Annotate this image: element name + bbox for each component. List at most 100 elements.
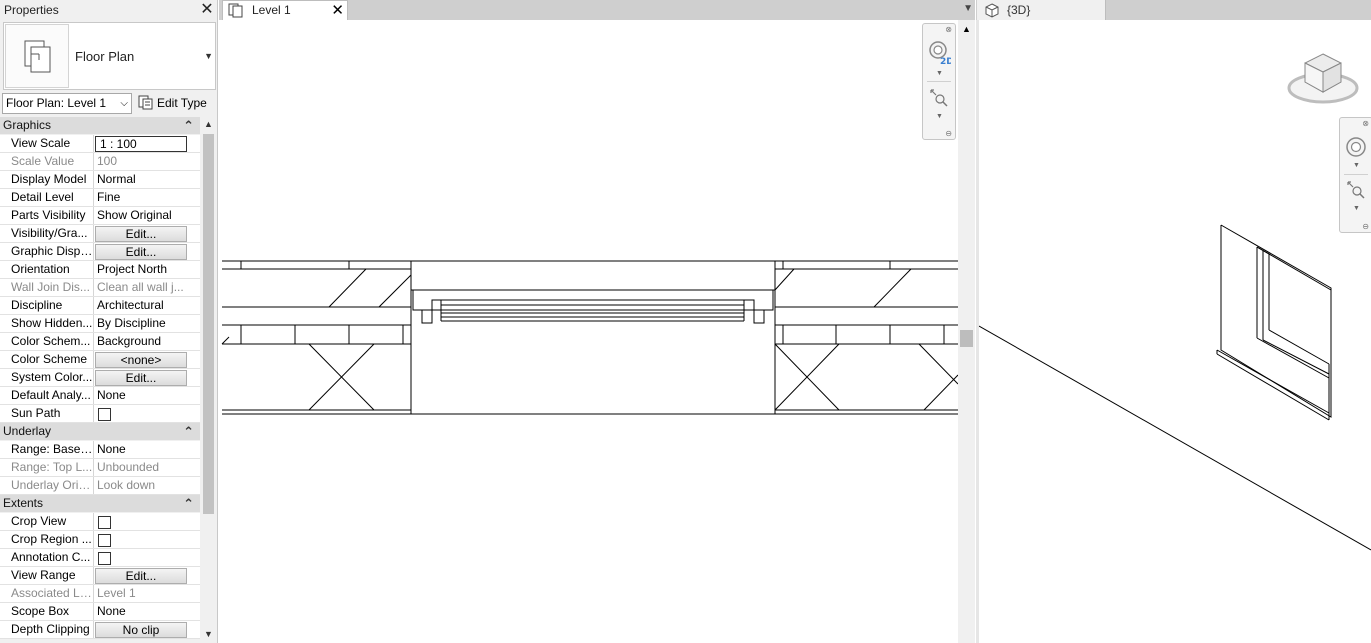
property-row: Show Hidden... By Discipline — [0, 315, 200, 333]
property-value[interactable]: Project North — [94, 261, 200, 278]
property-value: Level 1 — [97, 586, 136, 600]
chevron-down-icon[interactable]: ▼ — [936, 70, 943, 77]
property-value[interactable]: Normal — [94, 171, 200, 188]
edit-type-button[interactable]: Edit Type — [138, 94, 207, 114]
dropdown-arrow-icon[interactable]: ▼ — [204, 51, 213, 61]
double-chevron-up-icon[interactable]: ⌃ — [183, 495, 194, 512]
property-value[interactable]: None — [94, 441, 200, 458]
property-checkbox[interactable] — [98, 534, 111, 547]
property-checkbox[interactable] — [98, 408, 111, 421]
property-label: Color Schem... — [0, 333, 94, 350]
property-label: View Range — [0, 567, 94, 584]
property-value[interactable]: Architectural — [94, 297, 200, 314]
properties-title-bar: Properties ✕ — [0, 0, 217, 20]
property-row: Associated Le... Level 1 — [0, 585, 200, 603]
property-checkbox[interactable] — [98, 516, 111, 529]
section-header-label: Extents — [3, 496, 44, 510]
property-label: Parts Visibility — [0, 207, 94, 224]
property-row: Range: Top L... Unbounded — [0, 459, 200, 477]
property-input-value: 1 : 100 — [95, 136, 187, 152]
property-row: Scale Value 100 — [0, 153, 200, 171]
chevron-down-icon[interactable]: ▼ — [936, 113, 943, 120]
properties-scrollbar[interactable]: ▲ ▼ — [200, 117, 217, 643]
property-label: Wall Join Dis... — [0, 279, 94, 296]
plan-view-tab-bar: Level 1 ✕ ▼ — [219, 0, 975, 20]
section-header-graphics[interactable]: Graphics ⌃ — [0, 117, 200, 135]
tab-level-1-label: Level 1 — [252, 3, 291, 17]
property-row: Depth Clipping No clip — [0, 621, 200, 639]
scroll-thumb[interactable] — [960, 330, 973, 347]
property-edit-button[interactable]: Edit... — [95, 370, 187, 386]
property-checkbox[interactable] — [98, 552, 111, 565]
properties-title: Properties — [4, 3, 59, 17]
property-label: Scale Value — [0, 153, 94, 170]
navbar-options-icon[interactable]: ⊖ — [945, 129, 952, 138]
property-value[interactable]: Fine — [94, 189, 200, 206]
plan-drawing — [221, 260, 958, 415]
property-edit-button[interactable]: No clip — [95, 622, 187, 638]
property-label: Display Model — [0, 171, 94, 188]
plan-view-scrollbar[interactable]: ▲ — [958, 20, 975, 643]
property-row: Crop Region ... — [0, 531, 200, 549]
3d-view-canvas[interactable]: ⊗ ▼ ▼ ⊖ — [976, 20, 1371, 643]
scroll-thumb[interactable] — [203, 134, 214, 514]
property-value[interactable]: Background — [94, 333, 200, 350]
tab-level-1[interactable]: Level 1 ✕ — [222, 0, 348, 20]
instance-selector[interactable]: Floor Plan: Level 1 ⌵ — [2, 93, 132, 114]
property-value: Unbounded — [97, 460, 160, 474]
property-value-cell: Edit... — [94, 567, 200, 584]
double-chevron-up-icon[interactable]: ⌃ — [183, 423, 194, 440]
section-header-underlay[interactable]: Underlay ⌃ — [0, 423, 200, 441]
property-label: Crop View — [0, 513, 94, 530]
property-row: Crop View — [0, 513, 200, 531]
double-chevron-up-icon[interactable]: ⌃ — [183, 117, 194, 134]
property-value[interactable]: Show Original — [94, 207, 200, 224]
navbar-options-icon[interactable]: ⊖ — [1362, 222, 1369, 231]
properties-palette: Properties ✕ Floor Plan ▼ Floor Plan: Le… — [0, 0, 218, 643]
property-edit-button[interactable]: Edit... — [95, 568, 187, 584]
scroll-up-icon[interactable]: ▲ — [200, 119, 217, 133]
chevron-down-icon[interactable]: ▼ — [1353, 162, 1360, 169]
property-label: Range: Top L... — [0, 459, 94, 476]
property-edit-button[interactable]: Edit... — [95, 244, 187, 260]
property-value-cell: Edit... — [94, 225, 200, 242]
property-label: Scope Box — [0, 603, 94, 620]
close-icon[interactable]: ⊗ — [1362, 119, 1369, 128]
steering-wheel-icon[interactable]: 2D — [927, 39, 951, 65]
instance-selector-value: Floor Plan: Level 1 — [6, 96, 107, 110]
property-label: Orientation — [0, 261, 94, 278]
zoom-region-icon[interactable] — [1344, 178, 1368, 202]
steering-wheel-icon[interactable] — [1344, 135, 1368, 159]
property-value[interactable]: None — [94, 387, 200, 404]
property-label: Underlay Orie... — [0, 477, 94, 494]
property-row: Wall Join Dis... Clean all wall j... — [0, 279, 200, 297]
plan-view-canvas[interactable]: ⊗ 2D ▼ ▼ ⊖ — [219, 20, 958, 643]
chevron-down-icon[interactable]: ▼ — [1353, 205, 1360, 212]
property-row: Discipline Architectural — [0, 297, 200, 315]
view-cube-icon[interactable] — [1285, 48, 1361, 110]
floor-plan-type-icon — [5, 24, 69, 88]
type-selector[interactable]: Floor Plan ▼ — [3, 22, 216, 90]
property-value-cell: No clip — [94, 621, 200, 638]
property-input[interactable]: 1 : 100 — [94, 135, 200, 152]
close-icon[interactable]: ✕ — [331, 1, 344, 21]
property-label: Default Analy... — [0, 387, 94, 404]
property-edit-button[interactable]: Edit... — [95, 226, 187, 242]
scroll-down-icon[interactable]: ▼ — [200, 629, 217, 643]
section-header-label: Graphics — [3, 118, 52, 132]
tab-list-menu-icon[interactable]: ▼ — [963, 3, 973, 14]
property-value-cell: Edit... — [94, 243, 200, 260]
property-edit-button[interactable]: <none> — [95, 352, 187, 368]
property-row: Display Model Normal — [0, 171, 200, 189]
zoom-region-icon[interactable] — [927, 86, 951, 110]
property-label: Color Scheme — [0, 351, 94, 368]
tab-3d[interactable]: {3D} — [977, 0, 1106, 20]
property-row: Color Schem... Background — [0, 333, 200, 351]
close-icon[interactable]: ⊗ — [945, 25, 952, 34]
section-header-extents[interactable]: Extents ⌃ — [0, 495, 200, 513]
scroll-up-icon[interactable]: ▲ — [958, 24, 975, 34]
property-value-cell — [94, 513, 200, 530]
property-value[interactable]: By Discipline — [94, 315, 200, 332]
close-icon[interactable]: ✕ — [200, 0, 214, 20]
property-value[interactable]: None — [94, 603, 200, 620]
